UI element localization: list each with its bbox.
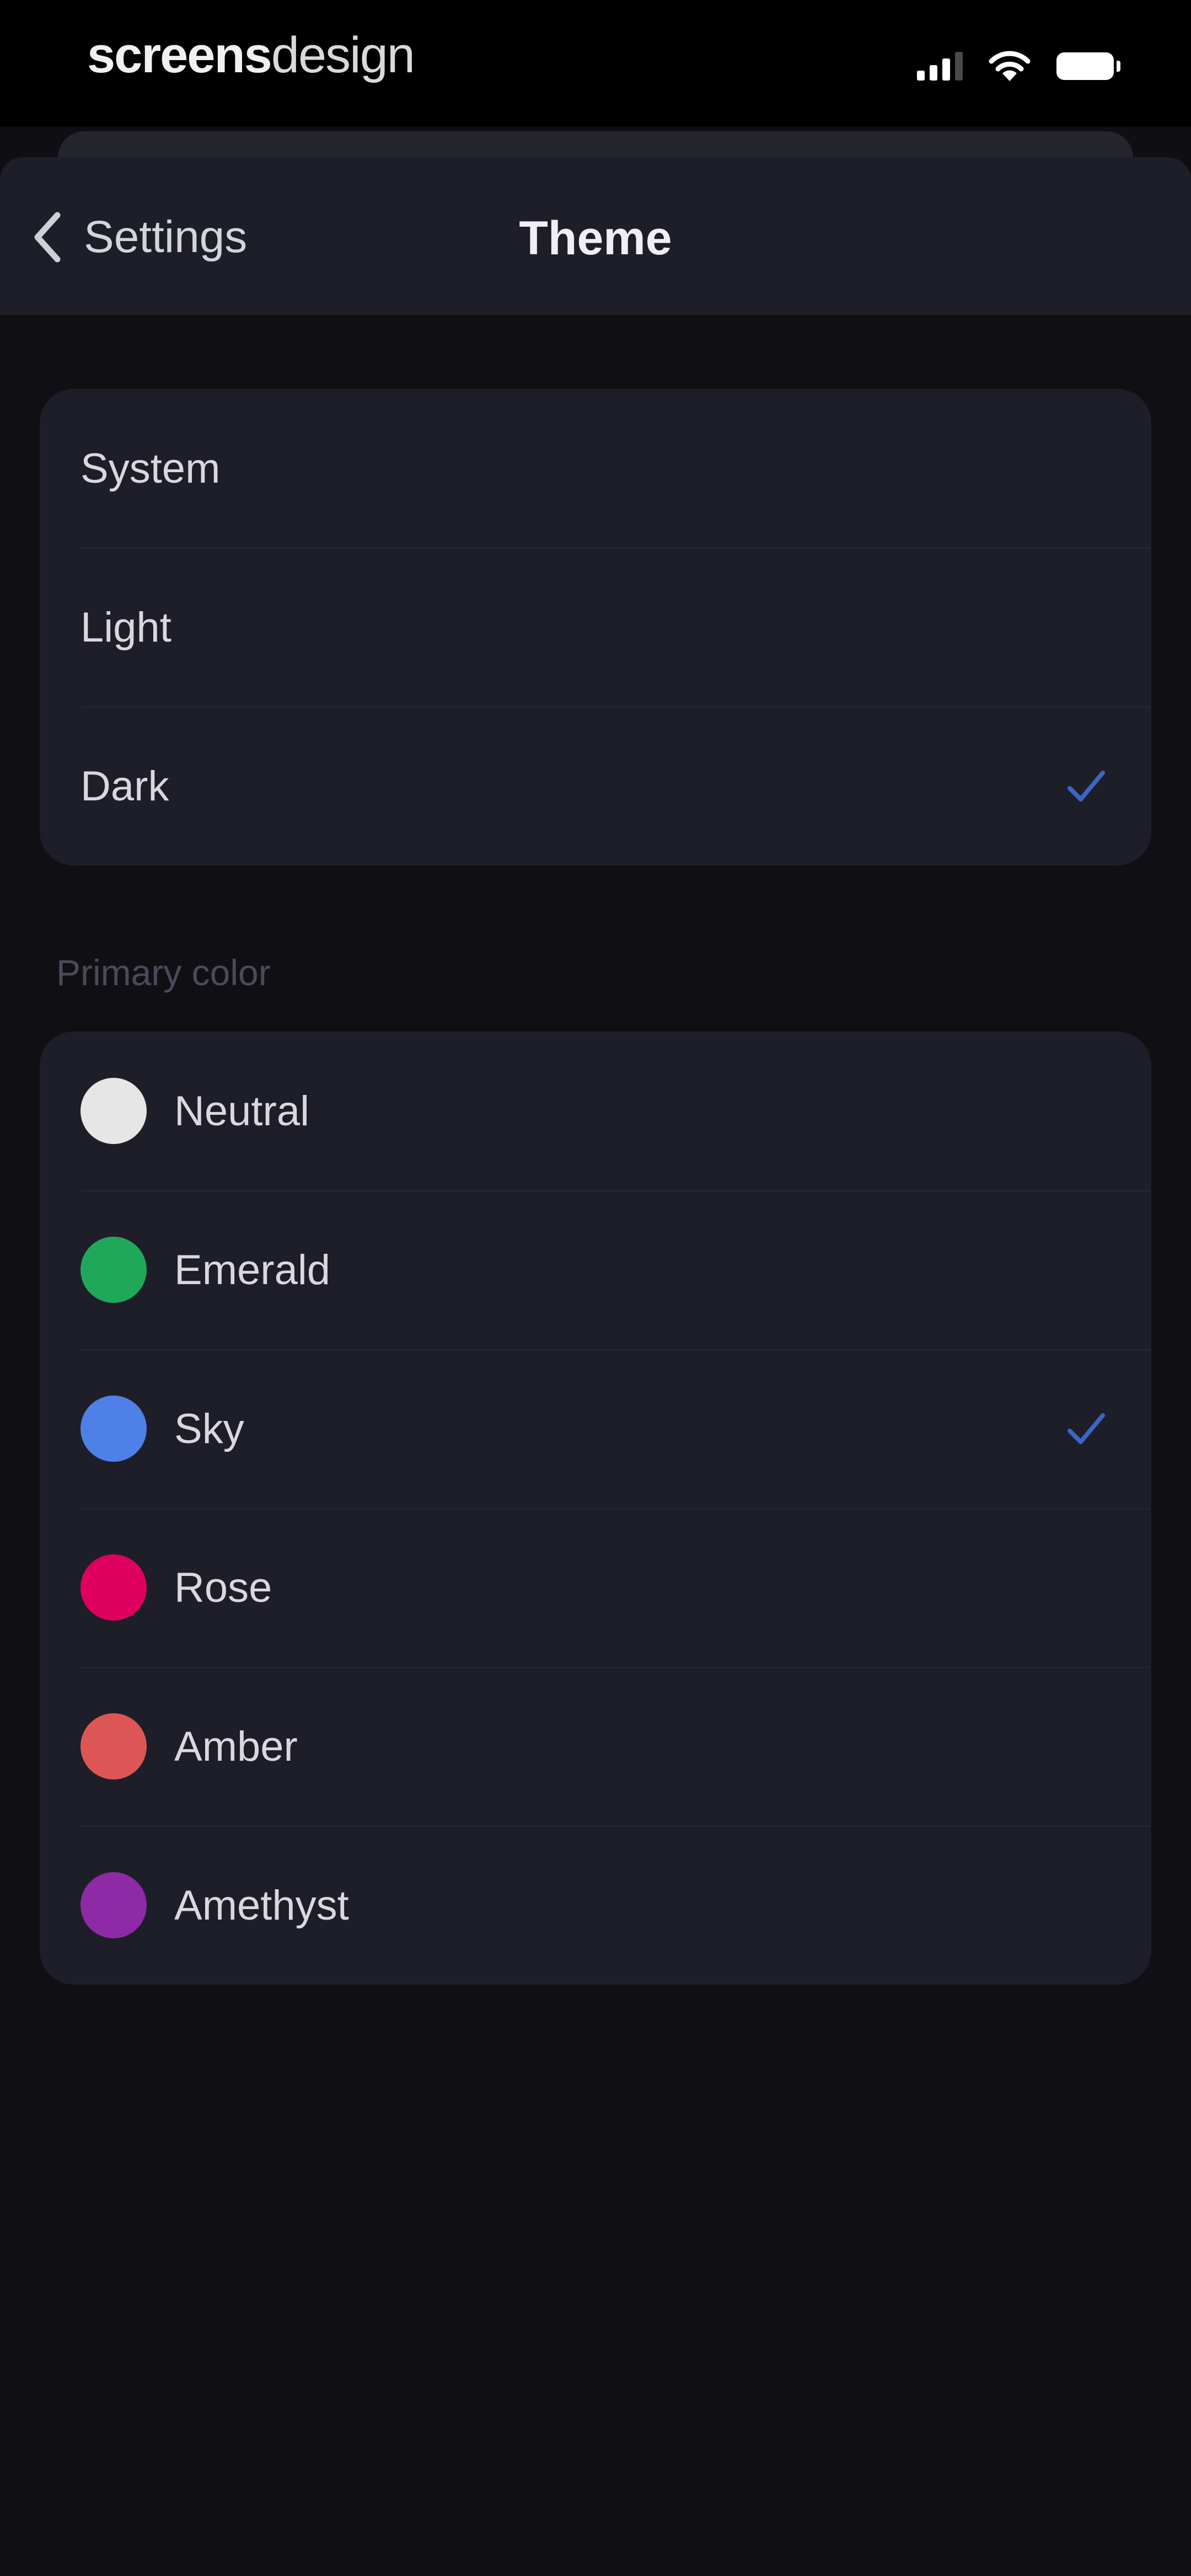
section-label-primary-color: Primary color (56, 952, 271, 993)
color-swatch (81, 1554, 147, 1621)
theme-options-group: System Light Dark (40, 389, 1151, 865)
checkmark-icon (1067, 771, 1105, 801)
primary-color-group: Neutral Emerald Sky Rose Amber Amethyst (40, 1032, 1151, 1985)
signal-icon (917, 52, 963, 81)
option-label: Amethyst (174, 1882, 349, 1929)
option-label: Sky (174, 1405, 244, 1452)
brand-watermark: screensdesign (87, 22, 415, 88)
wifi-icon (989, 51, 1031, 81)
color-option-rose[interactable]: Rose (40, 1508, 1151, 1667)
option-label: System (81, 445, 221, 492)
theme-option-dark[interactable]: Dark (40, 707, 1151, 865)
battery-icon (1056, 52, 1120, 80)
color-option-sky[interactable]: Sky (40, 1349, 1151, 1508)
option-label: Rose (174, 1564, 272, 1611)
option-label: Light (81, 603, 171, 651)
status-icons (917, 44, 1120, 88)
nav-bar: Settings Theme (0, 157, 1191, 315)
color-option-amber[interactable]: Amber (40, 1667, 1151, 1826)
brand-part1: screens (87, 27, 272, 83)
page-title: Theme (519, 212, 672, 265)
color-swatch (81, 1237, 147, 1303)
theme-sheet: Settings Theme System Light Dark Primary… (0, 157, 1191, 2576)
option-label: Emerald (174, 1246, 330, 1294)
color-option-amethyst[interactable]: Amethyst (40, 1826, 1151, 1985)
color-option-neutral[interactable]: Neutral (40, 1032, 1151, 1190)
status-bar: screensdesign (0, 0, 1191, 127)
checkmark-icon (1067, 1413, 1105, 1444)
color-swatch (81, 1713, 147, 1779)
option-label: Amber (174, 1723, 298, 1770)
theme-option-light[interactable]: Light (40, 548, 1151, 707)
color-swatch (81, 1396, 147, 1462)
theme-option-system[interactable]: System (40, 389, 1151, 548)
option-label: Neutral (174, 1087, 309, 1135)
option-label: Dark (81, 762, 169, 810)
color-option-emerald[interactable]: Emerald (40, 1190, 1151, 1349)
color-swatch (81, 1872, 147, 1938)
brand-part2: design (271, 27, 415, 83)
color-swatch (81, 1078, 147, 1144)
